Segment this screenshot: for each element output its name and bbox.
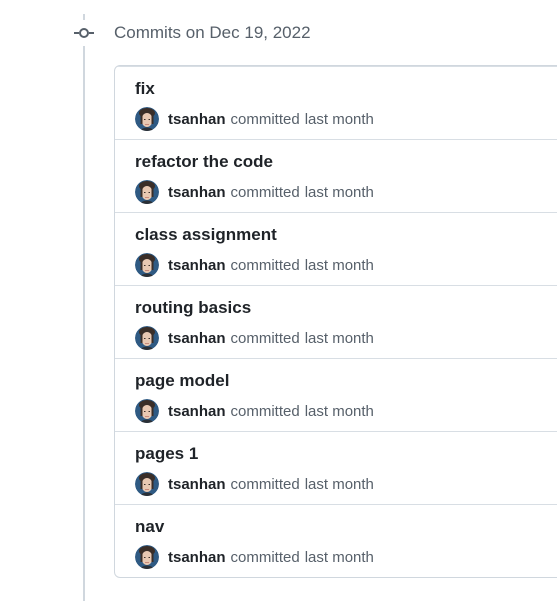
commit-message-link[interactable]: refactor the code [135, 152, 273, 172]
commit-message-link[interactable]: fix [135, 79, 155, 99]
timeline-line [83, 14, 85, 601]
commit-verb: committed [230, 329, 300, 347]
commit-author-link[interactable]: tsanhan [168, 549, 226, 566]
commit-author-link[interactable]: tsanhan [168, 184, 226, 201]
author-avatar[interactable] [135, 472, 159, 496]
commit-row: refactor the code tsanhan committed last… [115, 139, 557, 212]
commit-meta: tsanhan committed last month [135, 107, 374, 131]
commit-author-link[interactable]: tsanhan [168, 111, 226, 128]
commit-verb: committed [230, 402, 300, 420]
commit-relative-time: last month [304, 402, 374, 420]
author-avatar[interactable] [135, 253, 159, 277]
commit-author-link[interactable]: tsanhan [168, 257, 226, 274]
commit-row: page model tsanhan committed last month [115, 358, 557, 431]
commit-group-header: Commits on Dec 19, 2022 [74, 20, 311, 46]
commit-relative-time: last month [304, 183, 374, 201]
author-avatar[interactable] [135, 545, 159, 569]
author-avatar[interactable] [135, 326, 159, 350]
commit-verb: committed [230, 183, 300, 201]
commit-message-link[interactable]: nav [135, 517, 164, 537]
commit-relative-time: last month [304, 110, 374, 128]
commit-verb: committed [230, 256, 300, 274]
git-commit-icon [74, 20, 94, 46]
commit-author-link[interactable]: tsanhan [168, 403, 226, 420]
commit-row: pages 1 tsanhan committed last month [115, 431, 557, 504]
commit-relative-time: last month [304, 548, 374, 566]
commit-message-link[interactable]: pages 1 [135, 444, 198, 464]
commit-row: routing basics tsanhan committed last mo… [115, 285, 557, 358]
commit-message-link[interactable]: routing basics [135, 298, 251, 318]
commit-meta: tsanhan committed last month [135, 253, 374, 277]
commit-message-link[interactable]: page model [135, 371, 229, 391]
commit-row: class assignment tsanhan committed last … [115, 212, 557, 285]
commits-page: Commits on Dec 19, 2022 fix tsanhan comm… [0, 0, 557, 601]
commit-meta: tsanhan committed last month [135, 545, 374, 569]
commit-group-title: Commits on Dec 19, 2022 [114, 23, 311, 42]
commit-verb: committed [230, 475, 300, 493]
commit-author-link[interactable]: tsanhan [168, 476, 226, 493]
author-avatar[interactable] [135, 107, 159, 131]
commit-meta: tsanhan committed last month [135, 326, 374, 350]
commit-verb: committed [230, 110, 300, 128]
commit-message-link[interactable]: class assignment [135, 225, 277, 245]
commit-row: fix tsanhan committed last month [115, 66, 557, 139]
author-avatar[interactable] [135, 399, 159, 423]
commit-meta: tsanhan committed last month [135, 472, 374, 496]
commit-meta: tsanhan committed last month [135, 399, 374, 423]
commit-row: nav tsanhan committed last month [115, 504, 557, 577]
commit-relative-time: last month [304, 329, 374, 347]
commit-list: fix tsanhan committed last month refacto… [114, 65, 557, 578]
commit-relative-time: last month [304, 256, 374, 274]
commit-verb: committed [230, 548, 300, 566]
commit-author-link[interactable]: tsanhan [168, 330, 226, 347]
author-avatar[interactable] [135, 180, 159, 204]
commit-relative-time: last month [304, 475, 374, 493]
commit-meta: tsanhan committed last month [135, 180, 374, 204]
